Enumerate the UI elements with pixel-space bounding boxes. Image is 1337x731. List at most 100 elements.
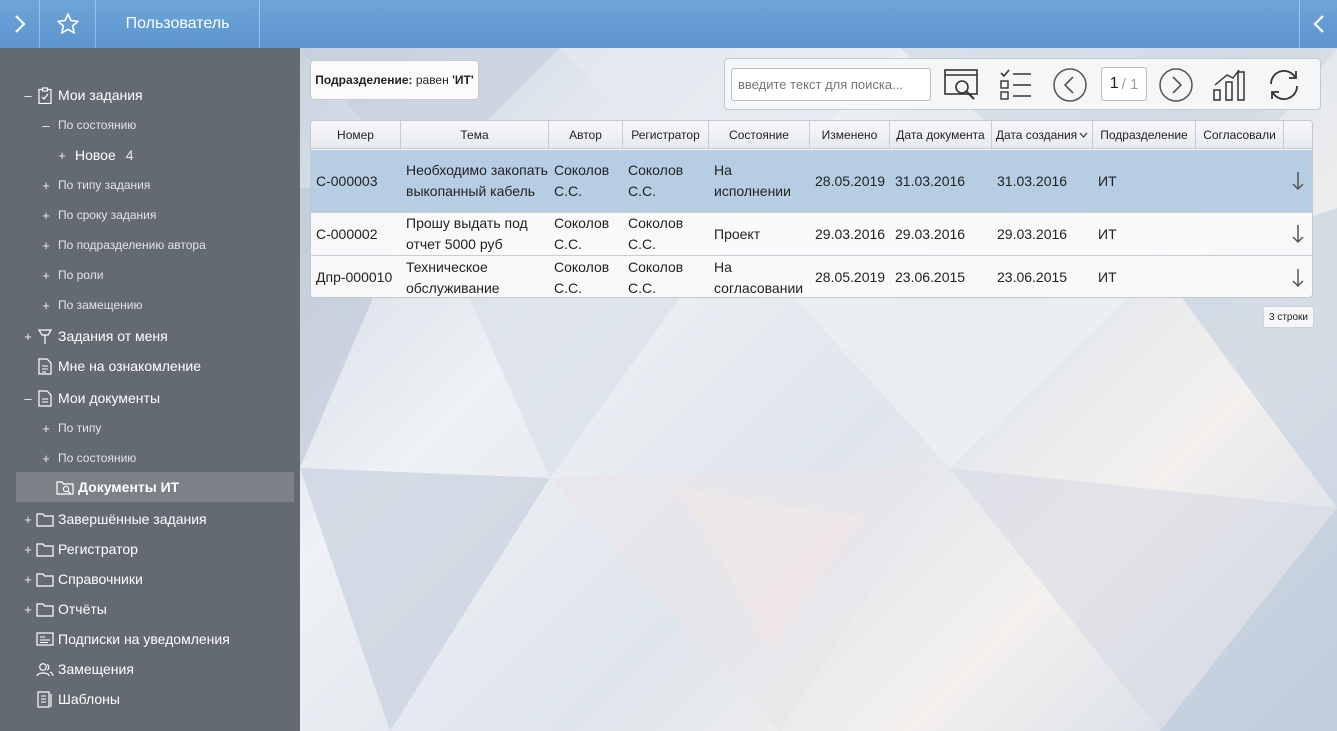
sidebar-item-label: Отчёты xyxy=(58,601,107,617)
sidebar-item-new[interactable]: + Новое 4 xyxy=(0,140,300,170)
sidebar-item-substitutions[interactable]: Замещения xyxy=(0,654,300,684)
row-count-label: 3 строки xyxy=(1263,306,1314,328)
column-header-created-date: Дата создания xyxy=(995,128,1078,142)
column-header-number[interactable]: Номер xyxy=(311,121,401,149)
users-icon xyxy=(36,660,54,678)
cell-number: С-000002 xyxy=(316,225,378,242)
previous-page-button[interactable] xyxy=(1051,66,1089,104)
column-header-created-date-wrap[interactable]: Дата создания xyxy=(992,121,1093,149)
expand-toggle[interactable]: + xyxy=(40,298,52,313)
filter-condition-chip[interactable]: Подразделение: равен 'ИТ' xyxy=(310,60,479,100)
sidebar-item-label: Задания от меня xyxy=(58,328,168,344)
sidebar-item-by-type[interactable]: + По типу xyxy=(0,413,300,443)
table-row[interactable]: С-000002 Прошу выдать под отчет 5000 руб… xyxy=(311,213,1312,256)
cell-created-date: 31.03.2016 xyxy=(997,172,1068,189)
sidebar-item-label: По состоянию xyxy=(58,118,137,132)
search-folder-icon xyxy=(56,478,74,496)
sidebar-item-by-task-type[interactable]: + По типу задания xyxy=(0,170,300,200)
sidebar-item-label: Подписки на уведомления xyxy=(58,631,230,647)
main-area: Подразделение: равен 'ИТ' 1/ 1 Номер Тем… xyxy=(300,48,1337,731)
table-row[interactable]: С-000003 Необходимо закопать выкопанный … xyxy=(311,150,1312,213)
next-page-button[interactable] xyxy=(1157,66,1195,104)
collapse-panel-button[interactable] xyxy=(1299,0,1337,48)
expand-sidebar-button[interactable] xyxy=(0,0,40,48)
collapse-toggle[interactable]: – xyxy=(22,88,34,103)
cell-approved xyxy=(1196,256,1284,297)
search-input[interactable] xyxy=(731,68,931,101)
arrow-down-icon xyxy=(1292,172,1304,191)
sidebar-item-reports[interactable]: + Отчёты xyxy=(0,594,300,624)
checklist-button[interactable] xyxy=(997,66,1035,104)
expand-toggle[interactable]: + xyxy=(40,178,52,193)
table-header: Номер Тема Автор Регистратор Состояние И… xyxy=(311,121,1312,149)
sidebar-item-my-tasks[interactable]: – Мои задания xyxy=(0,80,300,110)
column-header-state[interactable]: Состояние xyxy=(709,121,810,149)
sidebar: – Мои задания – По состоянию + Новое 4 +… xyxy=(0,48,300,731)
expand-toggle[interactable]: + xyxy=(40,208,52,223)
collapse-toggle[interactable]: – xyxy=(22,391,34,406)
sidebar-item-templates[interactable]: Шаблоны xyxy=(0,684,300,714)
expand-toggle[interactable]: + xyxy=(40,268,52,283)
row-action-button[interactable] xyxy=(1292,213,1304,255)
sidebar-item-label: Документы ИТ xyxy=(78,479,180,495)
refresh-icon xyxy=(1270,70,1298,100)
row-action-button[interactable] xyxy=(1292,256,1304,297)
cell-registrar: Соколов С.С. xyxy=(628,162,684,199)
table-row[interactable]: Дпр-000010 Техническое обслуживание Соко… xyxy=(311,256,1312,297)
expand-toggle[interactable]: + xyxy=(22,542,34,557)
column-header-registrar[interactable]: Регистратор xyxy=(623,121,709,149)
sidebar-item-by-deadline[interactable]: + По сроку задания xyxy=(0,200,300,230)
expand-toggle[interactable]: + xyxy=(22,329,34,344)
expand-toggle[interactable]: + xyxy=(22,512,34,527)
user-title[interactable]: Пользователь xyxy=(96,0,260,48)
sidebar-item-my-documents[interactable]: – Мои документы xyxy=(0,383,300,413)
statistics-button[interactable] xyxy=(1211,66,1249,104)
cell-modified: 28.05.2019 xyxy=(815,172,886,189)
expand-toggle[interactable]: + xyxy=(40,451,52,466)
expand-toggle[interactable]: + xyxy=(22,602,34,617)
sidebar-item-by-author-department[interactable]: + По подразделению автора xyxy=(0,230,300,260)
sidebar-item-label: По типу задания xyxy=(58,178,151,192)
refresh-button[interactable] xyxy=(1265,66,1303,104)
cell-created-date: 29.03.2016 xyxy=(997,225,1068,242)
cell-registrar: Соколов С.С. xyxy=(628,258,684,296)
pin-icon xyxy=(36,327,54,345)
row-action-button[interactable] xyxy=(1292,150,1304,212)
page-total: / 1 xyxy=(1121,75,1139,93)
column-header-approved[interactable]: Согласовали xyxy=(1196,121,1284,149)
folder-icon xyxy=(36,600,54,618)
cell-department: ИТ xyxy=(1098,172,1117,189)
column-header-document-date[interactable]: Дата документа xyxy=(890,121,992,149)
sidebar-item-by-state[interactable]: – По состоянию xyxy=(0,110,300,140)
sidebar-item-docs-by-state[interactable]: + По состоянию xyxy=(0,443,300,473)
sidebar-item-by-role[interactable]: + По роли xyxy=(0,260,300,290)
filter-condition: равен xyxy=(415,73,449,87)
favorites-button[interactable] xyxy=(40,0,96,48)
folder-icon xyxy=(36,510,54,528)
cell-modified: 28.05.2019 xyxy=(815,269,886,285)
collapse-toggle[interactable]: – xyxy=(40,118,52,133)
sidebar-item-for-review[interactable]: Мне на ознакомление xyxy=(0,351,300,381)
sidebar-item-directories[interactable]: + Справочники xyxy=(0,564,300,594)
sidebar-item-it-documents[interactable]: Документы ИТ xyxy=(16,472,294,502)
advanced-search-button[interactable] xyxy=(943,66,981,104)
expand-toggle[interactable]: + xyxy=(56,148,68,163)
sidebar-item-registrar[interactable]: + Регистратор xyxy=(0,534,300,564)
chevron-right-circle-icon xyxy=(1159,68,1193,102)
column-header-department[interactable]: Подразделение xyxy=(1093,121,1196,149)
sidebar-item-label: Новое xyxy=(75,147,116,163)
expand-toggle[interactable]: + xyxy=(40,421,52,436)
column-header-subject[interactable]: Тема xyxy=(401,121,549,149)
toolbar: 1/ 1 xyxy=(724,58,1321,110)
sidebar-item-by-substitution[interactable]: + По замещению xyxy=(0,290,300,320)
cell-modified: 29.03.2016 xyxy=(815,225,886,242)
column-header-author[interactable]: Автор xyxy=(549,121,623,149)
sidebar-item-notifications[interactable]: Подписки на уведомления xyxy=(0,624,300,654)
column-header-modified[interactable]: Изменено xyxy=(810,121,890,149)
sidebar-item-completed-tasks[interactable]: + Завершённые задания xyxy=(0,504,300,534)
expand-toggle[interactable]: + xyxy=(22,572,34,587)
sidebar-item-tasks-from-me[interactable]: + Задания от меня xyxy=(0,321,300,351)
expand-toggle[interactable]: + xyxy=(40,238,52,253)
page-indicator[interactable]: 1/ 1 xyxy=(1101,67,1147,101)
cell-author: Соколов С.С. xyxy=(554,258,610,296)
